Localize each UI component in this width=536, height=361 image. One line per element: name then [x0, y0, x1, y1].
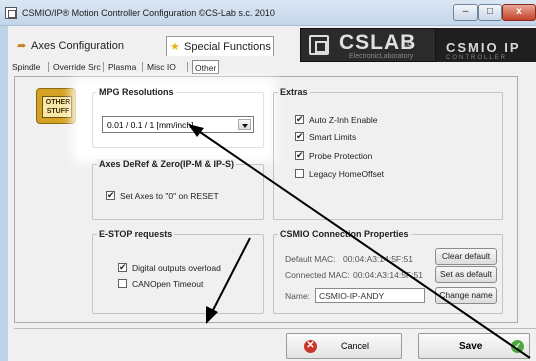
change-name-button[interactable]: Change name	[435, 287, 497, 304]
tab-plasma[interactable]: Plasma	[108, 60, 136, 74]
logo-product: CSMIO IP	[446, 40, 521, 55]
controller-name-value: CSMIO-IP-ANDY	[319, 291, 385, 301]
checkbox-label: Set Axes to "0" on RESET	[120, 191, 219, 201]
save-label: Save	[459, 341, 483, 352]
mpg-group-title: MPG Resolutions	[97, 87, 176, 97]
estop-title: E-STOP requests	[97, 229, 175, 239]
tab-spindle[interactable]: Spindle	[12, 60, 40, 74]
extras-title: Extras	[278, 87, 310, 97]
connected-mac-label: Connected MAC:	[285, 270, 350, 280]
connected-mac-value: 00:04:A3:14:5F:51	[353, 270, 423, 280]
cslab-logo: CSLAB s.c. ElectronicLaboratory	[300, 28, 436, 62]
connection-title: CSMIO Connection Properties	[278, 229, 411, 239]
logo-tagline: ElectronicLaboratory	[349, 53, 414, 60]
checkmark-icon: ✓	[511, 340, 524, 353]
axes-deref-title: Axes DeRef & Zero(IP-M & IP-S)	[97, 159, 237, 169]
tab-axes-configuration[interactable]: ➦ Axes Configuration	[14, 36, 164, 56]
checkbox-label: Legacy HomeOffset	[309, 169, 384, 179]
checkbox-label: Auto Z-Inh Enable	[309, 115, 378, 125]
cancel-button[interactable]: ✕ Cancel	[286, 333, 402, 359]
axes-icon: ➦	[17, 40, 27, 52]
cancel-icon: ✕	[304, 340, 317, 353]
logo-product-tag: CONTROLLER	[446, 55, 508, 61]
estop-group: E-STOP requests	[92, 229, 264, 314]
checkbox-label: Digital outputs overload	[132, 263, 221, 273]
tab-separator	[103, 62, 104, 72]
default-mac-value: 00:04:A3:14:5F:51	[343, 254, 413, 264]
cancel-label: Cancel	[341, 341, 370, 351]
other-icon-line1: OTHER	[45, 99, 71, 106]
checkbox[interactable]	[295, 169, 304, 178]
mpg-resolution-select[interactable]: 0.01 / 0.1 / 1 [mm/inch]	[102, 116, 254, 133]
window-title: CSMIO/IP® Motion Controller Configuratio…	[22, 8, 275, 18]
tab-label: Axes Configuration	[31, 40, 124, 52]
close-button[interactable]: x	[502, 4, 536, 21]
cslab-mark-icon	[309, 35, 329, 55]
app-icon	[5, 7, 17, 19]
checkbox[interactable]	[118, 279, 127, 288]
checkbox-label: Smart Limits	[309, 132, 357, 142]
checkbox-label: Probe Protection	[309, 151, 373, 161]
checkbox[interactable]: ✔	[118, 263, 127, 272]
checkbox[interactable]: ✔	[295, 151, 304, 160]
maximize-button[interactable]: □	[478, 4, 502, 21]
default-mac-label: Default MAC:	[285, 254, 336, 264]
star-icon: ★	[170, 41, 180, 53]
chevron-down-icon[interactable]	[238, 119, 251, 130]
tab-label: Special Functions	[184, 41, 271, 53]
minimize-button[interactable]: –	[453, 4, 478, 21]
tab-other[interactable]: Other	[192, 60, 220, 74]
set-as-default-button[interactable]: Set as default	[435, 266, 497, 283]
config-window: CSMIO/IP® Motion Controller Configuratio…	[0, 0, 536, 361]
checkbox[interactable]: ✔	[295, 115, 304, 124]
checkbox[interactable]: ✔	[295, 132, 304, 141]
name-label: Name:	[285, 291, 311, 301]
logo-suffix: s.c.	[401, 39, 414, 48]
mpg-resolution-value: 0.01 / 0.1 / 1 [mm/inch]	[107, 120, 194, 130]
tab-special-functions[interactable]: ★ Special Functions	[166, 36, 274, 56]
tab-misc-io[interactable]: Misc IO	[147, 60, 176, 74]
tab-separator	[142, 62, 143, 72]
tab-override-src[interactable]: Override Src	[53, 60, 101, 74]
other-icon-line2: STUFF	[46, 108, 70, 115]
save-button[interactable]: Save ✓	[418, 333, 530, 359]
other-stuff-icon: OTHER STUFF	[36, 88, 76, 124]
checkbox[interactable]: ✔	[106, 191, 115, 200]
tab-separator	[187, 62, 188, 72]
clear-default-button[interactable]: Clear default	[435, 248, 497, 265]
tab-separator	[48, 62, 49, 72]
extras-group: Extras	[273, 87, 503, 220]
controller-name-input[interactable]: CSMIO-IP-ANDY	[315, 288, 425, 303]
title-bar[interactable]: CSMIO/IP® Motion Controller Configuratio…	[0, 0, 536, 26]
checkbox-label: CANOpen Timeout	[132, 279, 204, 289]
